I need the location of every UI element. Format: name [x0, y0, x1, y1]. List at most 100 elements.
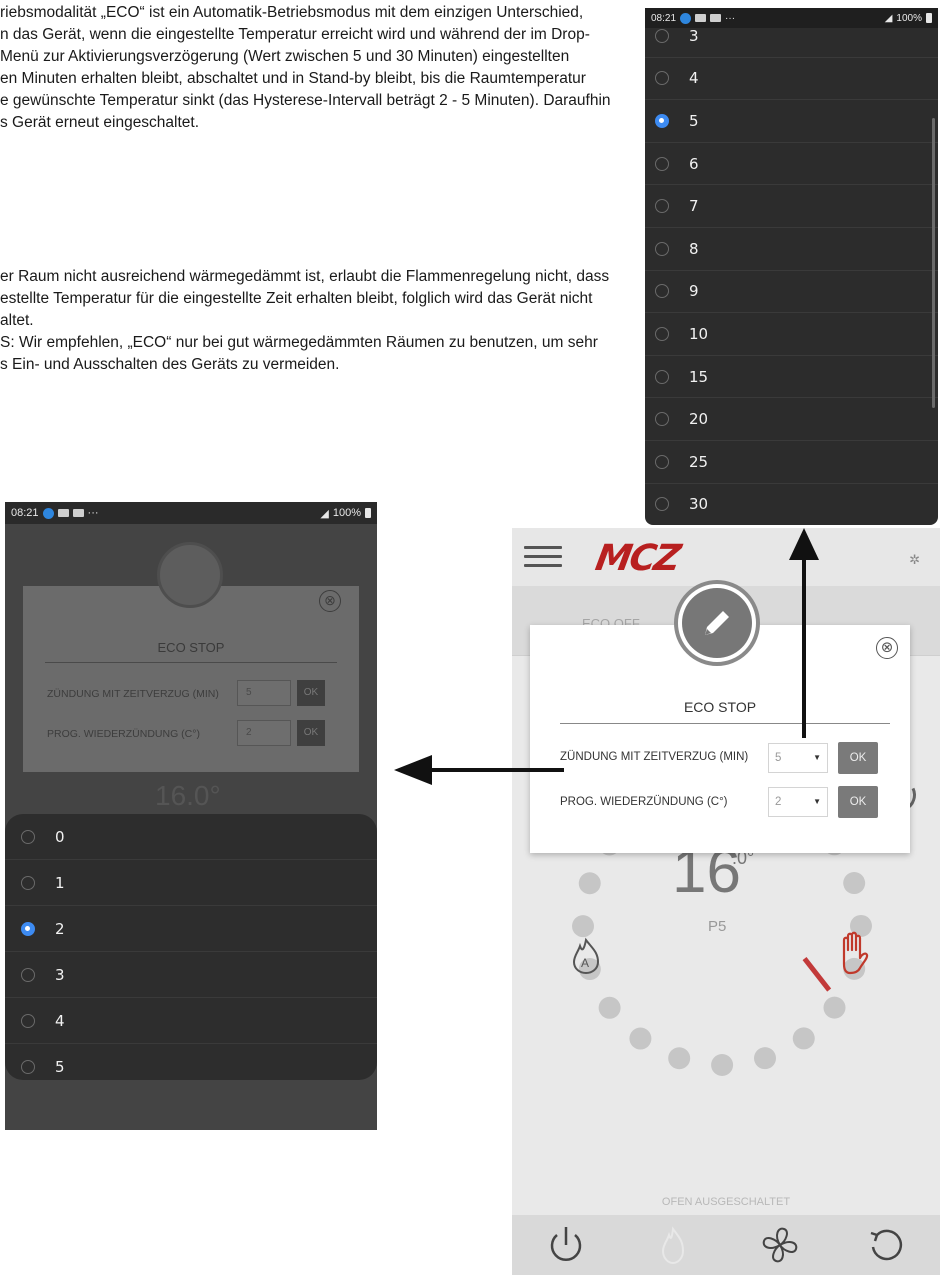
delay-option[interactable]: 4 — [645, 58, 938, 101]
dimmed-row-label: ZÜNDUNG MIT ZEITVERZUG (MIN) — [47, 688, 219, 700]
reignition-option[interactable]: 1 — [5, 860, 377, 906]
radio-unchecked-icon[interactable] — [655, 369, 669, 384]
dimmed-temperature: 16.0° — [155, 780, 221, 811]
delay-option[interactable]: 9 — [645, 271, 938, 314]
delay-option-label: 8 — [689, 239, 699, 258]
manual-line: en Minuten erhalten bleibt, abschaltet u… — [0, 70, 586, 87]
radio-checked-icon[interactable] — [655, 113, 669, 128]
arrow-up-line — [802, 560, 806, 738]
modal-title: ECO STOP — [683, 699, 757, 715]
gallery-icon — [695, 14, 707, 22]
manual-paragraph-eco: riebsmodalität „ECO“ ist ein Automatik-B… — [0, 2, 656, 134]
manual-line: n das Gerät, wenn die eingestellte Tempe… — [0, 26, 590, 43]
radio-unchecked-icon[interactable] — [21, 829, 35, 844]
phone-screenshot-app: MCZ ✲ ECO OFF 16 .0° P5 A OFEN AUSGESCHA… — [512, 528, 940, 1275]
radio-unchecked-icon[interactable] — [655, 326, 669, 341]
mail-icon — [710, 14, 722, 22]
radio-unchecked-icon[interactable] — [655, 156, 669, 171]
scrollbar[interactable] — [932, 118, 935, 408]
manual-line: e gewünschte Temperatur sinkt (das Hyste… — [0, 92, 611, 109]
delay-option[interactable]: 30 — [645, 484, 938, 525]
reignition-option-label: 0 — [55, 827, 65, 846]
manual-paragraph-note: er Raum nicht ausreichend wärmegedämmt i… — [0, 266, 656, 376]
delay-option[interactable]: 5 — [645, 100, 938, 143]
reignition-option[interactable]: 3 — [5, 952, 377, 998]
reignition-ok-button[interactable]: OK — [838, 786, 878, 818]
delay-option-label: 25 — [689, 452, 709, 471]
flame-icon[interactable] — [649, 1221, 697, 1269]
reignition-option[interactable]: 4 — [5, 998, 377, 1044]
phone-screenshot-reignition-picker: 08:21 ··· ◢ 100% ⊗ ECO STOP ZÜNDUNG MIT … — [5, 502, 377, 1130]
delay-option[interactable]: 20 — [645, 398, 938, 441]
manual-line: altet. — [0, 312, 34, 329]
delay-option[interactable]: 6 — [645, 143, 938, 186]
delay-option[interactable]: 8 — [645, 228, 938, 271]
sync-icon — [680, 12, 692, 24]
delay-option[interactable]: 10 — [645, 313, 938, 356]
auto-flame-icon[interactable]: A — [566, 936, 606, 976]
status-time: 08:21 — [11, 507, 39, 519]
radio-unchecked-icon[interactable] — [655, 412, 669, 427]
arrow-up-head — [789, 528, 819, 560]
arrow-left-line — [430, 768, 564, 772]
radio-unchecked-icon[interactable] — [655, 241, 669, 256]
dimmed-ok-button: OK — [297, 720, 325, 746]
delay-option[interactable]: 15 — [645, 356, 938, 399]
reset-icon[interactable] — [863, 1221, 911, 1269]
delay-option-label: 10 — [689, 324, 709, 343]
radio-unchecked-icon[interactable] — [21, 875, 35, 890]
dimmed-select: 5 — [237, 680, 291, 706]
radio-unchecked-icon[interactable] — [655, 454, 669, 469]
manual-line: er Raum nicht ausreichend wärmegedämmt i… — [0, 268, 610, 285]
manual-line: estellte Temperatur für die eingestellte… — [0, 290, 593, 307]
delay-option-label: 5 — [689, 111, 699, 130]
reignition-select[interactable]: 2 ▼ — [768, 787, 828, 817]
dimmed-select: 2 — [237, 720, 291, 746]
delay-option[interactable]: 25 — [645, 441, 938, 484]
radio-unchecked-icon[interactable] — [655, 284, 669, 299]
delay-option[interactable]: 7 — [645, 185, 938, 228]
delay-option-label: 9 — [689, 282, 699, 301]
battery-icon — [365, 508, 371, 518]
signal-icon: ◢ — [320, 507, 329, 520]
gallery-icon — [57, 509, 69, 517]
delay-select[interactable]: 5 ▼ — [768, 743, 828, 773]
radio-checked-icon[interactable] — [21, 921, 35, 936]
radio-unchecked-icon[interactable] — [21, 967, 35, 982]
status-more: ··· — [725, 12, 736, 24]
settings-icon[interactable]: ✲ — [909, 552, 920, 568]
delay-option-list: 3 4 5 6 7 8 9 10 15 20 25 30 — [645, 15, 938, 525]
battery-icon — [926, 13, 932, 23]
arrow-left-head — [394, 755, 432, 785]
menu-icon[interactable] — [524, 546, 562, 568]
reignition-select-value: 2 — [775, 796, 782, 808]
reignition-option[interactable]: 2 — [5, 906, 377, 952]
phone-screenshot-delay-picker: 08:21 ··· ◢ 100% 3 4 5 6 7 8 9 10 15 20 25 30 — [645, 8, 938, 525]
delay-option-label: 30 — [689, 495, 709, 514]
fan-icon[interactable] — [756, 1221, 804, 1269]
radio-unchecked-icon[interactable] — [655, 28, 669, 43]
reignition-label: PROG. WIEDERZÜNDUNG (C°) — [560, 796, 728, 808]
delay-option-label: 4 — [689, 69, 699, 88]
power-icon[interactable] — [542, 1221, 590, 1269]
reignition-option-label: 5 — [55, 1057, 65, 1076]
manual-hand-icon[interactable] — [834, 930, 876, 976]
bottom-toolbar — [512, 1215, 940, 1275]
signal-icon: ◢ — [884, 12, 893, 24]
pencil-icon — [157, 542, 223, 608]
manual-line: S: Wir empfehlen, „ECO“ nur bei gut wärm… — [0, 334, 598, 351]
reignition-option[interactable]: 0 — [5, 814, 377, 860]
reignition-option[interactable]: 5 — [5, 1044, 377, 1080]
close-icon[interactable]: ⊗ — [876, 637, 898, 659]
radio-unchecked-icon[interactable] — [655, 497, 669, 512]
svg-text:A: A — [581, 956, 589, 970]
delay-ok-button[interactable]: OK — [838, 742, 878, 774]
reignition-option-list: 0 1 2 3 4 5 — [5, 814, 377, 1080]
radio-unchecked-icon[interactable] — [21, 1059, 35, 1074]
radio-unchecked-icon[interactable] — [655, 71, 669, 86]
radio-unchecked-icon[interactable] — [21, 1013, 35, 1028]
delay-label: ZÜNDUNG MIT ZEITVERZUG (MIN) — [560, 751, 749, 763]
chevron-down-icon: ▼ — [813, 753, 821, 762]
mail-icon — [72, 509, 84, 517]
radio-unchecked-icon[interactable] — [655, 199, 669, 214]
